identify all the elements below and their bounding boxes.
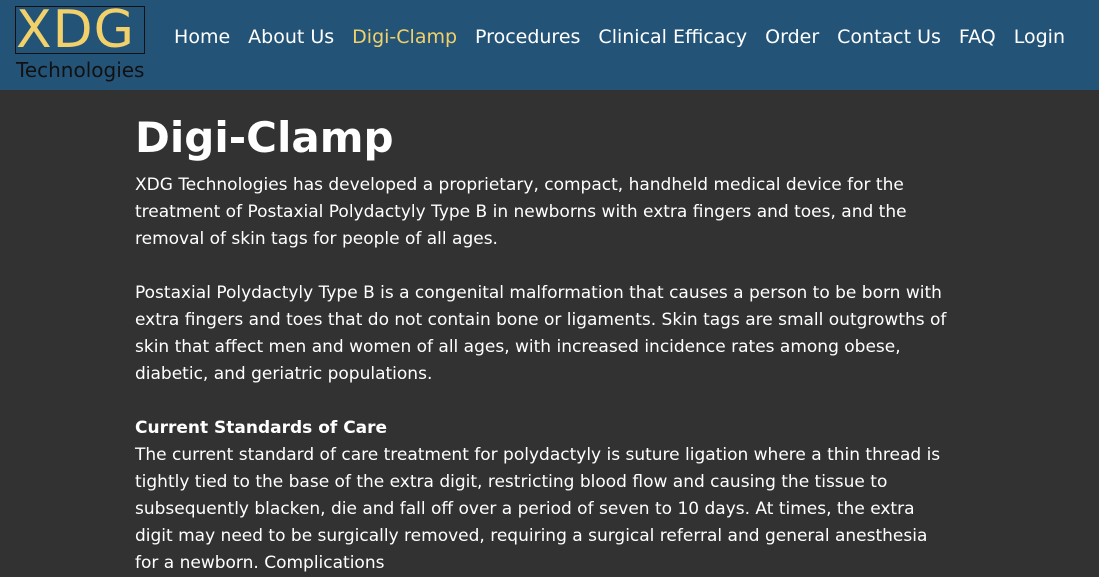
standards-paragraph: The current standard of care treatment f… — [135, 445, 941, 573]
nav-item-procedures[interactable]: Procedures — [475, 25, 580, 49]
logo-subtitle: Technologies — [16, 58, 145, 82]
main-content: Digi-Clamp XDG Technologies has develope… — [135, 112, 947, 577]
nav-item-login[interactable]: Login — [1014, 25, 1065, 49]
standards-heading: Current Standards of Care — [135, 418, 388, 438]
nav-item-home[interactable]: Home — [174, 25, 230, 49]
intro-paragraph: XDG Technologies has developed a proprie… — [135, 175, 907, 249]
nav-item-order[interactable]: Order — [765, 25, 819, 49]
site-header: XDG Technologies Home About Us Digi-Clam… — [0, 0, 1099, 90]
nav-item-faq[interactable]: FAQ — [959, 25, 996, 49]
main-nav: Home About Us Digi-Clamp Procedures Clin… — [156, 25, 1065, 49]
nav-item-about-us[interactable]: About Us — [248, 25, 334, 49]
nav-item-contact-us[interactable]: Contact Us — [837, 25, 941, 49]
nav-item-digi-clamp[interactable]: Digi-Clamp — [352, 25, 457, 49]
brand-logo[interactable]: XDG Technologies — [15, 0, 147, 86]
description-paragraph: Postaxial Polydactyly Type B is a congen… — [135, 283, 947, 384]
nav-item-clinical-efficacy[interactable]: Clinical Efficacy — [598, 25, 747, 49]
logo-mark: XDG — [16, 0, 135, 60]
page-title: Digi-Clamp — [135, 113, 394, 162]
